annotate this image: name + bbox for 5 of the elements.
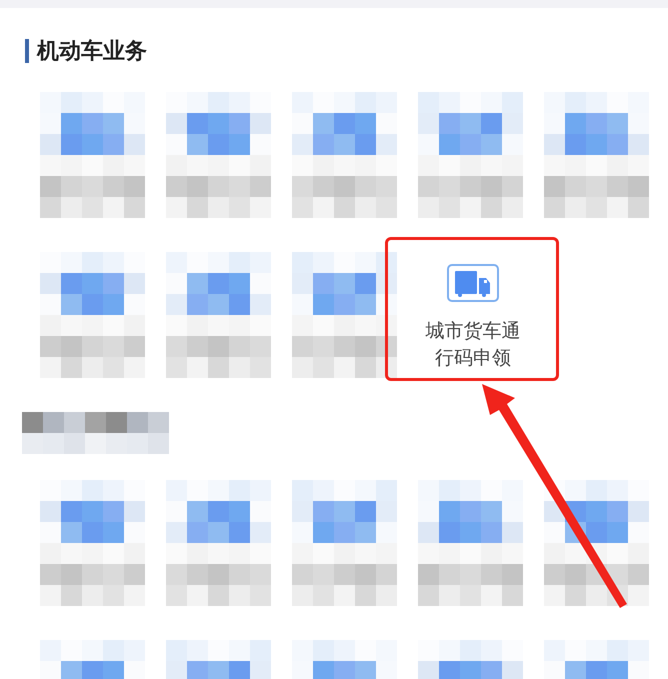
truck-icon[interactable] (447, 264, 499, 302)
service-label[interactable]: 城市货车通行码申领 (423, 318, 523, 372)
arrow-icon (482, 384, 627, 608)
section-title: 机动车业务 (37, 38, 147, 66)
accent-bar (25, 39, 29, 63)
